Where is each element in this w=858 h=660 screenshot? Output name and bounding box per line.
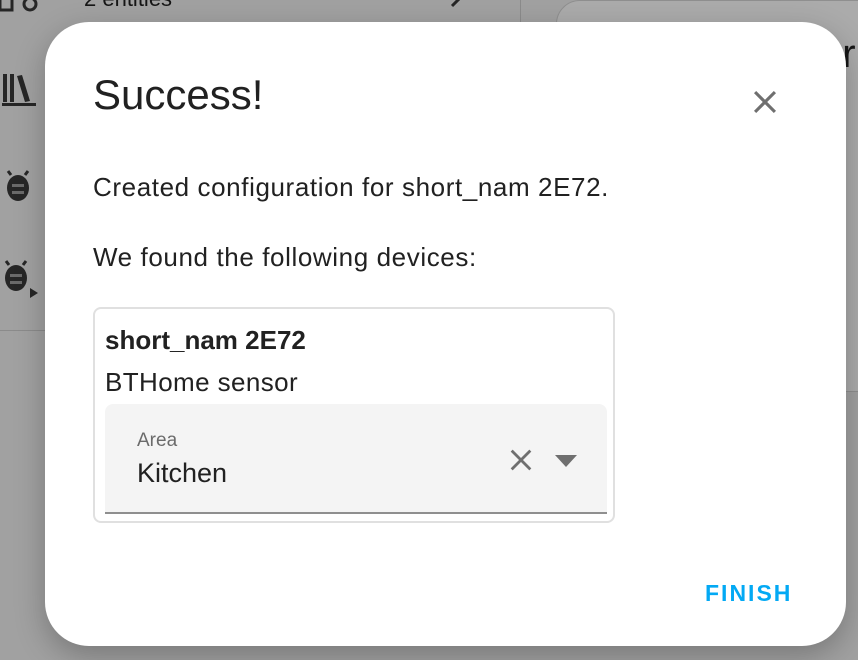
device-model: BTHome sensor (105, 367, 299, 397)
dialog-title: Success! (93, 71, 264, 118)
area-dropdown-button[interactable] (549, 444, 583, 478)
found-devices-message: We found the following devices: (93, 242, 477, 272)
success-dialog: Success! Created configuration for short… (45, 22, 846, 646)
close-icon (753, 90, 777, 114)
chevron-down-icon (555, 455, 577, 467)
device-name: short_nam 2E72 (105, 325, 306, 355)
area-label: Area (137, 430, 178, 451)
area-select[interactable]: Area Kitchen (105, 404, 607, 514)
clear-area-button[interactable] (503, 442, 539, 478)
close-button[interactable] (743, 80, 787, 124)
finish-button[interactable]: FINISH (693, 578, 804, 609)
area-value[interactable]: Kitchen (137, 460, 227, 487)
device-card: short_nam 2E72 BTHome sensor Area Kitche… (93, 307, 615, 523)
created-message: Created configuration for short_nam 2E72… (93, 172, 609, 202)
clear-icon (510, 449, 532, 471)
